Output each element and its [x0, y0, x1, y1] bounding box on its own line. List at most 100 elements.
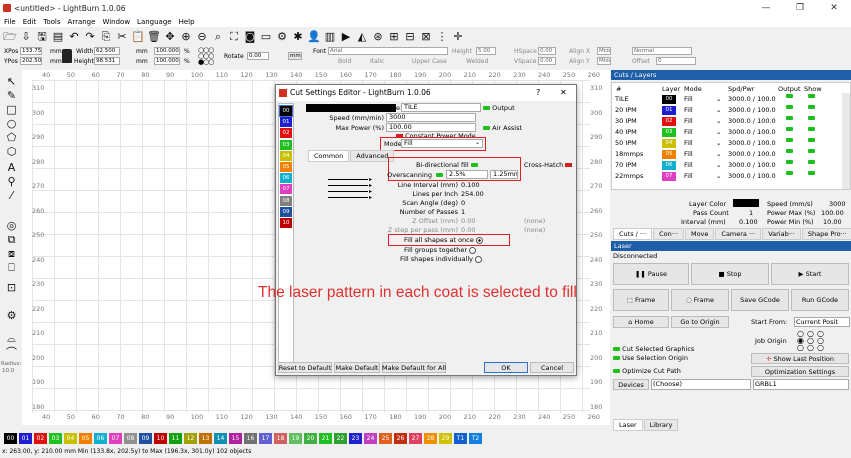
- crosshatch-checkbox[interactable]: Cross-Hatch: [524, 161, 573, 169]
- tab-variables[interactable]: Variab···: [762, 228, 801, 240]
- mirror-icon[interactable]: ◭: [355, 30, 369, 44]
- import-icon[interactable]: ⇩: [19, 30, 33, 44]
- save-as-icon[interactable]: ▤: [51, 30, 65, 44]
- align-x-select[interactable]: Middle: [597, 47, 611, 55]
- height-input[interactable]: 98.531: [94, 57, 120, 65]
- tab-laser[interactable]: Laser: [613, 419, 643, 431]
- restore-button[interactable]: ❐: [783, 0, 817, 16]
- ellipse-icon[interactable]: ○: [5, 117, 18, 130]
- grid-icon[interactable]: ⊡: [5, 281, 18, 294]
- dialog-layer-item[interactable]: 00: [279, 105, 293, 117]
- palette-swatch[interactable]: 08: [124, 432, 137, 444]
- close-button[interactable]: ✕: [817, 0, 851, 16]
- layer-row-mode[interactable]: Fill: [684, 94, 693, 105]
- palette-swatch[interactable]: 25: [379, 432, 392, 444]
- palette-swatch[interactable]: 07: [109, 432, 122, 444]
- palette-swatch[interactable]: 26: [394, 432, 407, 444]
- text-style-select[interactable]: Normal: [632, 47, 692, 55]
- zoom-out-icon[interactable]: ⊖: [195, 30, 209, 44]
- palette-swatch[interactable]: 12: [184, 432, 197, 444]
- select-icon[interactable]: ↖: [5, 75, 18, 88]
- palette-swatch[interactable]: 24: [364, 432, 377, 444]
- palette-swatch[interactable]: 16: [244, 432, 257, 444]
- air-assist-checkbox[interactable]: Air Assist: [483, 124, 522, 132]
- palette-swatch[interactable]: 14: [214, 432, 227, 444]
- frame-icon[interactable]: ⛶: [227, 30, 241, 44]
- weld-icon[interactable]: ⊠: [419, 30, 433, 44]
- pause-button[interactable]: ❚❚ Pause: [613, 263, 689, 285]
- devices-button[interactable]: Devices: [613, 379, 649, 390]
- palette-swatch[interactable]: 03: [49, 432, 62, 444]
- start-button[interactable]: ▶ Start: [771, 263, 849, 285]
- tab-shape-properties[interactable]: Shape Pro···: [801, 228, 851, 240]
- z-step-input[interactable]: 0.00: [461, 226, 475, 234]
- settings-icon[interactable]: ⚙: [275, 30, 289, 44]
- overscan-mm-input[interactable]: 1.25mm: [490, 170, 518, 179]
- layer-row[interactable]: 70 IPM 06 Fill ⌄ 3000.0 / 100.0: [612, 160, 842, 171]
- menu-file[interactable]: File: [4, 18, 16, 26]
- align-icon[interactable]: ▶: [339, 30, 353, 44]
- cut-icon[interactable]: ✂: [115, 30, 129, 44]
- tab-library[interactable]: Library: [643, 419, 679, 431]
- redo-icon[interactable]: ↷: [83, 30, 97, 44]
- menu-language[interactable]: Language: [137, 18, 172, 26]
- shape2-icon[interactable]: ⌒: [5, 346, 18, 359]
- scan-angle-input[interactable]: 0: [461, 199, 465, 207]
- palette-swatch[interactable]: 18: [274, 432, 287, 444]
- move-icon[interactable]: ✥: [163, 30, 177, 44]
- undo-icon[interactable]: ↶: [67, 30, 81, 44]
- width-input[interactable]: 62.500: [94, 47, 120, 55]
- fill-individually-radio[interactable]: Fill shapes individually: [400, 255, 483, 263]
- layer-row-mode[interactable]: Fill: [684, 160, 693, 171]
- ungroup-icon[interactable]: ⊟: [403, 30, 417, 44]
- bidir-fill-checkbox[interactable]: Bi-directional fill: [416, 161, 478, 169]
- layer-row-mode[interactable]: Fill: [684, 171, 693, 182]
- group-icon[interactable]: ⊞: [387, 30, 401, 44]
- layer-row[interactable]: 18mmps 05 Fill ⌄ 3000.0 / 100.0: [612, 149, 842, 160]
- polygon2-icon[interactable]: ⬡: [5, 145, 18, 158]
- lpi-input[interactable]: 254.00: [461, 190, 484, 198]
- vspace-input[interactable]: 0.00: [538, 57, 556, 65]
- passes-input[interactable]: 1: [461, 208, 465, 216]
- palette-swatch[interactable]: 23: [349, 432, 362, 444]
- distribute-icon[interactable]: ⋮: [435, 30, 449, 44]
- reset-default-button[interactable]: Reset to Default: [278, 362, 332, 373]
- layer-row[interactable]: 30 IPM 02 Fill ⌄ 3000.0 / 100.0: [612, 116, 842, 127]
- upper-case-checkbox[interactable]: Upper Case: [412, 58, 447, 65]
- rotate-input[interactable]: 0.00: [247, 52, 269, 60]
- job-origin-grid[interactable]: ○○○ ◉○○ ○○○: [797, 330, 827, 352]
- layer-row-mode[interactable]: Fill: [684, 116, 693, 127]
- speed-input[interactable]: 3000: [386, 113, 476, 122]
- layer-row[interactable]: TILE 00 Fill ⌄ 3000.0 / 100.0: [612, 94, 842, 105]
- save-gcode-button[interactable]: Save GCode: [731, 289, 789, 311]
- dialog-layer-item[interactable]: 03: [280, 139, 292, 150]
- plus-grid-icon[interactable]: ✛: [451, 30, 465, 44]
- palette-swatch[interactable]: 15: [229, 432, 242, 444]
- align-icon[interactable]: ⎕: [5, 261, 18, 274]
- dialog-layer-item[interactable]: 04: [280, 150, 292, 161]
- hspace-input[interactable]: 0.00: [538, 47, 556, 55]
- name-input[interactable]: TILE: [401, 103, 481, 112]
- ok-button[interactable]: OK: [484, 362, 528, 373]
- paste-icon[interactable]: 📋: [131, 30, 145, 44]
- copy-icon[interactable]: ⎘: [99, 30, 113, 44]
- position-icon[interactable]: ⚲: [5, 175, 18, 188]
- scale-h-input[interactable]: 100.000: [154, 57, 180, 65]
- optimization-settings-button[interactable]: Optimization Settings: [751, 366, 849, 377]
- measure-icon[interactable]: ⁄: [5, 189, 18, 202]
- minimize-button[interactable]: —: [749, 0, 783, 16]
- palette-swatch[interactable]: 01: [19, 432, 32, 444]
- layer-row-mode[interactable]: Fill: [684, 105, 693, 116]
- make-default-all-button[interactable]: Make Default for All: [382, 362, 446, 373]
- go-to-origin-button[interactable]: Go to Origin: [671, 316, 729, 328]
- xpos-input[interactable]: 133.750: [20, 47, 42, 55]
- power-max-value[interactable]: 100.00: [821, 209, 844, 217]
- lock-icon[interactable]: [62, 49, 72, 63]
- palette-swatch[interactable]: T2: [469, 432, 482, 444]
- italic-checkbox[interactable]: Italic: [370, 58, 384, 65]
- palette-swatch[interactable]: 05: [79, 432, 92, 444]
- mode-select[interactable]: Fill: [401, 139, 483, 148]
- palette-swatch[interactable]: 17: [259, 432, 272, 444]
- text-icon[interactable]: A: [5, 161, 18, 174]
- settings-gear-icon[interactable]: ⚙: [5, 309, 18, 322]
